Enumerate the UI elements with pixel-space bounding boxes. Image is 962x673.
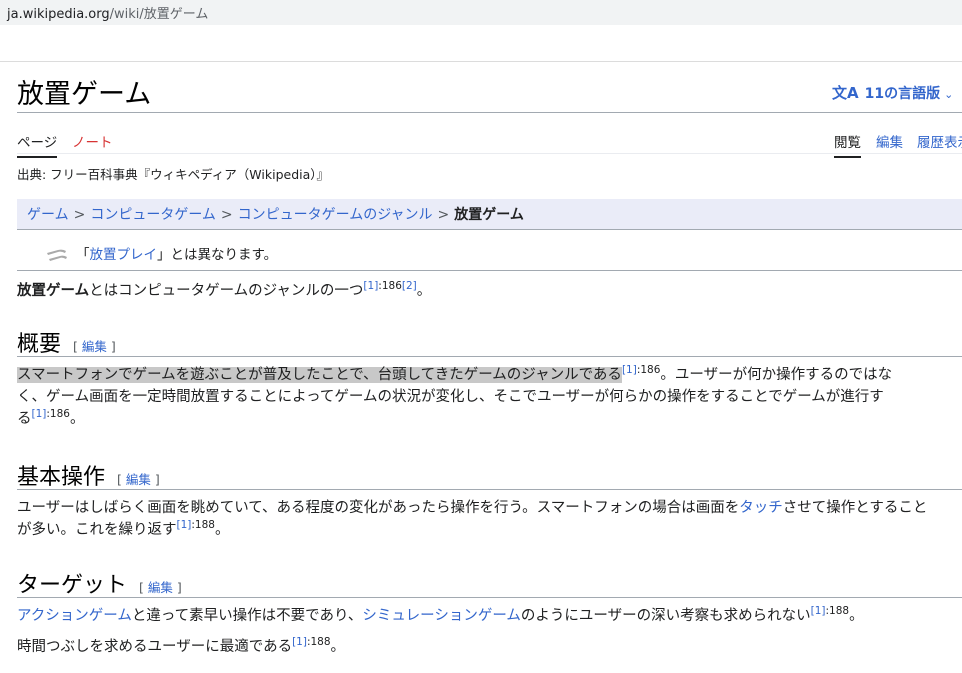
- target-paragraph-1: アクションゲームと違って素早い操作は不要であり、シミュレーションゲームのようにユ…: [17, 605, 864, 627]
- overview-line-3-end: 。: [69, 411, 85, 427]
- overview-line-1: スマートフォンでゲームを遊ぶことが普及したことで、台頭してきたゲームのジャンルで…: [17, 364, 892, 386]
- citation-link[interactable]: [1]: [32, 408, 47, 420]
- simulation-game-link[interactable]: シミュレーションゲーム: [362, 608, 520, 624]
- breadcrumb-current: 放置ゲーム: [454, 207, 524, 223]
- url-path: /wiki/放置ゲーム: [109, 7, 209, 22]
- target-text-1: と違って素早い操作は不要であり、: [131, 608, 363, 624]
- edit-bracket-open: [: [139, 580, 148, 595]
- target-text-2: のようにユーザーの深い考察も求められない: [520, 608, 811, 624]
- overview-line-1-rest: 。ユーザーが何か操作するのではな: [660, 367, 893, 383]
- basic-line-1-rest: させて操作とすること: [782, 500, 928, 516]
- tab-talk[interactable]: ノート: [72, 131, 113, 151]
- edit-bracket-open: [: [117, 472, 126, 487]
- basic-line-2-end: 。: [214, 522, 230, 538]
- citation-link[interactable]: [1]: [292, 636, 307, 648]
- page-title: 放置ゲーム: [17, 79, 152, 110]
- section-edit: [ 編集 ]: [117, 472, 160, 487]
- hatnote-divider: [17, 270, 962, 271]
- translate-icon: 文A: [832, 84, 859, 102]
- overview-paragraph: スマートフォンでゲームを遊ぶことが普及したことで、台頭してきたゲームのジャンルで…: [17, 364, 892, 430]
- target-end-1: 。: [849, 608, 864, 624]
- heading-divider: [17, 489, 962, 490]
- address-bar[interactable]: ja.wikipedia.org/wiki/放置ゲーム: [0, 0, 962, 25]
- citation-link[interactable]: [2]: [402, 280, 417, 292]
- heading-divider: [17, 597, 962, 598]
- title-divider: [17, 112, 962, 113]
- basic-line-1-text: ユーザーはしばらく画面を眺めていて、ある程度の変化があったら操作を行う。スマート…: [17, 500, 740, 516]
- citation-link[interactable]: [1]: [363, 280, 378, 292]
- intro-end: 。: [416, 283, 432, 299]
- selected-text: スマートフォンでゲームを遊ぶことが普及したことで、台頭してきたゲームのジャンルで…: [17, 367, 622, 383]
- edit-bracket-open: [: [73, 339, 82, 354]
- citation-link[interactable]: [1]: [811, 605, 826, 617]
- url-text[interactable]: ja.wikipedia.org/wiki/放置ゲーム: [7, 3, 208, 22]
- intro-text: とはコンピュータゲームのジャンルの一つ: [89, 283, 364, 299]
- chevron-down-icon: ⌄: [944, 88, 954, 101]
- edit-bracket-close: ]: [106, 339, 116, 354]
- heading-basic: 基本操作 [ 編集 ]: [17, 459, 160, 491]
- breadcrumb-separator: >: [220, 207, 233, 223]
- section-edit: [ 編集 ]: [73, 339, 116, 354]
- section-edit: [ 編集 ]: [139, 580, 182, 595]
- hatnote-suffix: 」とは異なります。: [157, 247, 278, 263]
- citation-page: :186: [46, 408, 70, 421]
- intro-bold-term: 放置ゲーム: [17, 283, 90, 299]
- section-heading-text: 概要: [17, 332, 62, 357]
- tab-history[interactable]: 履歴表示: [917, 131, 962, 151]
- citation-page: :186: [378, 280, 402, 293]
- edit-bracket-close: ]: [172, 580, 182, 595]
- site-subtitle: 出典: フリー百科事典『ウィキペディア（Wikipedia）』: [17, 167, 330, 182]
- disambiguation-icon: [47, 249, 67, 261]
- target-paragraph-2: 時間つぶしを求めるユーザーに最適である[1]:188。: [17, 636, 345, 658]
- edit-section-link[interactable]: 編集: [126, 472, 151, 487]
- basic-paragraph: ユーザーはしばらく画面を眺めていて、ある程度の変化があったら操作を行う。スマート…: [17, 497, 927, 541]
- header-divider: [0, 61, 962, 62]
- touch-link[interactable]: タッチ: [739, 500, 783, 516]
- breadcrumb-link-game[interactable]: ゲーム: [27, 207, 69, 223]
- tabs-divider: [17, 153, 962, 154]
- breadcrumb-separator: >: [437, 207, 450, 223]
- basic-line-2-text: が多い。これを繰り返す: [17, 522, 177, 538]
- target-end-2: 。: [330, 639, 346, 655]
- breadcrumb-separator: >: [73, 207, 86, 223]
- section-heading-text: ターゲット: [17, 573, 128, 598]
- heading-overview: 概要 [ 編集 ]: [17, 326, 116, 358]
- overview-line-3: る[1]:186。: [17, 408, 892, 430]
- overview-line-2: く、ゲーム画面を一定時間放置することによってゲームの状況が変化し、そこでユーザー…: [17, 389, 884, 405]
- breadcrumb-link-computer-game[interactable]: コンピュータゲーム: [90, 207, 216, 223]
- heading-target: ターゲット [ 編集 ]: [17, 567, 182, 599]
- citation-page: :188: [191, 519, 215, 532]
- hatnote-link[interactable]: 放置プレイ: [90, 247, 158, 263]
- breadcrumb: ゲーム > コンピュータゲーム > コンピュータゲームのジャンル > 放置ゲーム: [17, 199, 962, 230]
- edit-section-link[interactable]: 編集: [82, 339, 107, 354]
- basic-line-2: が多い。これを繰り返す[1]:188。: [17, 519, 927, 541]
- section-heading-text: 基本操作: [17, 465, 106, 490]
- basic-line-1: ユーザーはしばらく画面を眺めていて、ある程度の変化があったら操作を行う。スマート…: [17, 497, 927, 519]
- overview-line-3-text: る: [17, 411, 32, 427]
- citation-page: :188: [306, 636, 331, 649]
- edit-section-link[interactable]: 編集: [148, 580, 173, 595]
- language-button[interactable]: 文A 11の言語版 ⌄: [832, 82, 953, 103]
- breadcrumb-link-genre[interactable]: コンピュータゲームのジャンル: [238, 207, 433, 223]
- citation-link[interactable]: [1]: [177, 519, 192, 531]
- language-label: 11の言語版: [864, 86, 941, 102]
- citation-page: :186: [636, 364, 661, 377]
- url-host: ja.wikipedia.org: [7, 7, 110, 22]
- tab-edit[interactable]: 編集: [876, 131, 903, 151]
- heading-divider: [17, 356, 962, 357]
- edit-bracket-close: ]: [150, 472, 160, 487]
- citation-link[interactable]: [1]: [622, 364, 637, 376]
- action-game-link[interactable]: アクションゲーム: [17, 608, 132, 624]
- hatnote-prefix: 「: [76, 247, 90, 263]
- citation-page: :188: [825, 605, 850, 618]
- target-line-2: 時間つぶしを求めるユーザーに最適である: [17, 639, 293, 655]
- hatnote: 「放置プレイ」とは異なります。: [46, 243, 277, 263]
- intro-paragraph: 放置ゲームとはコンピュータゲームのジャンルの一つ[1]:186[2]。: [17, 280, 431, 302]
